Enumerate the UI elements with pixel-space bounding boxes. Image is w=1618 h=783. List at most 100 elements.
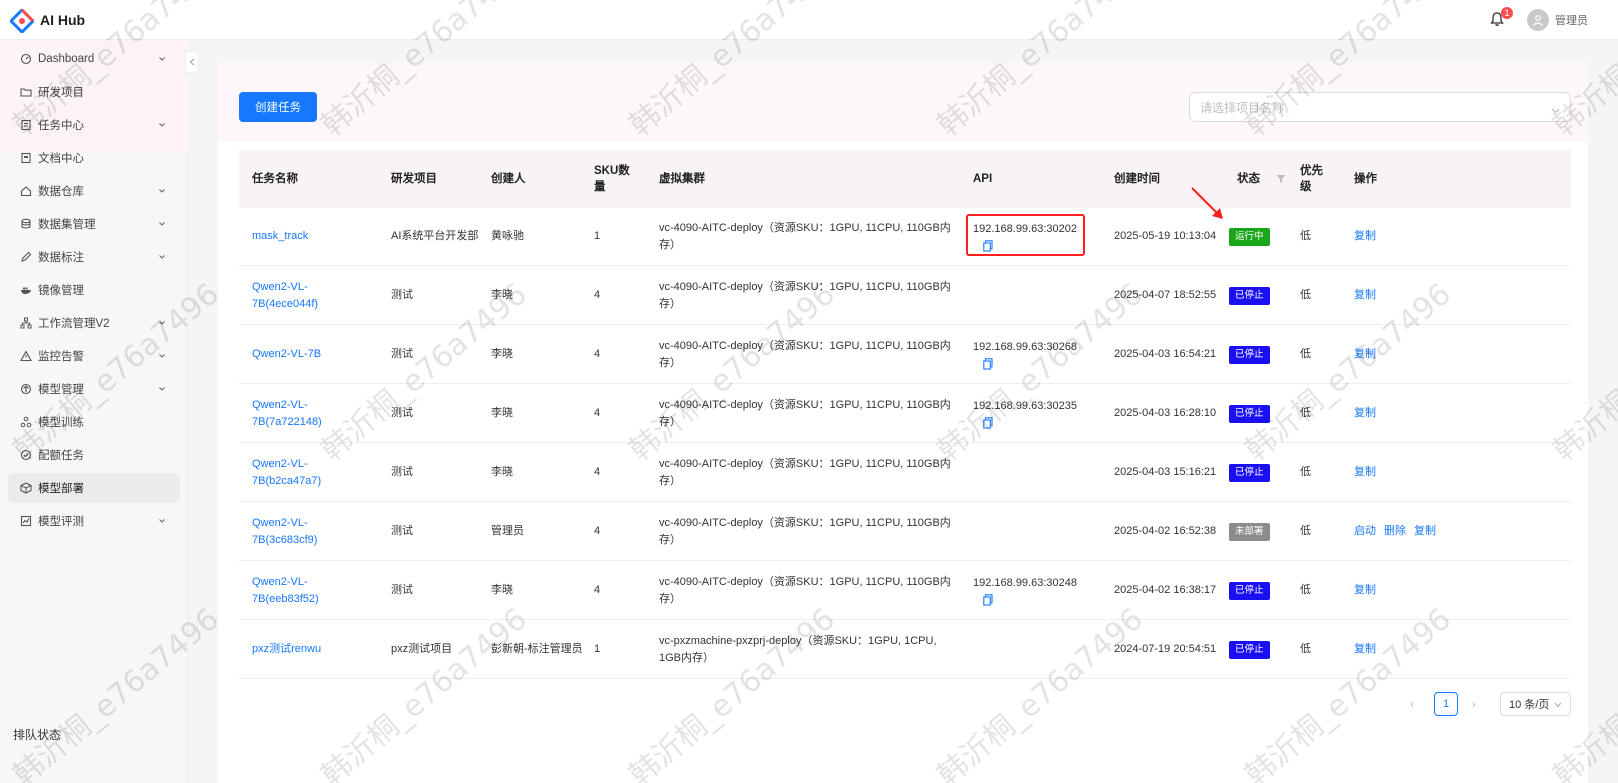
sidebar-item-2[interactable]: 任务中心 (8, 110, 180, 140)
cell-priority: 低 (1300, 620, 1340, 679)
sidebar-item-11[interactable]: 模型训练 (8, 407, 180, 437)
sidebar-item-label: 数据标注 (38, 252, 84, 264)
task-name-link[interactable]: pxz测试renwu (252, 641, 321, 658)
docker-icon (20, 284, 32, 296)
copy-icon[interactable] (983, 417, 993, 429)
sidebar-item-label: 模型训练 (38, 417, 84, 429)
created-text: 2025-04-07 18:52:55 (1114, 289, 1217, 301)
avatar (1527, 9, 1549, 31)
sidebar-item-4[interactable]: 数据仓库 (8, 176, 180, 206)
cell-ops: 复制 (1354, 266, 1554, 325)
chevron-down-icon (158, 120, 166, 128)
cell-api (973, 502, 1103, 561)
cell-priority: 低 (1300, 443, 1340, 502)
sidebar-collapse-button[interactable] (185, 51, 199, 73)
sidebar-item-0[interactable]: Dashboard (8, 44, 180, 74)
cell-status: 已停止 (1229, 561, 1289, 620)
priority-text: 低 (1300, 584, 1311, 596)
cell-name: Qwen2-VL-7B(3c683cf9) (252, 502, 372, 561)
sidebar-item-7[interactable]: 镜像管理 (8, 275, 180, 305)
action-link[interactable]: 复制 (1354, 641, 1376, 658)
cell-name: Qwen2-VL-7B(7a722148) (252, 384, 372, 443)
action-link[interactable]: 复制 (1354, 228, 1376, 245)
action-link[interactable]: 复制 (1354, 287, 1376, 304)
document-icon (20, 152, 32, 164)
api-address: 192.168.99.63:30235 (973, 400, 1077, 412)
sidebar-item-1[interactable]: 研发项目 (8, 77, 180, 107)
cell-created: 2025-04-07 18:52:55 (1114, 266, 1224, 325)
action-link[interactable]: 复制 (1414, 523, 1436, 540)
pagination-prev-icon[interactable]: ‹ (1410, 697, 1414, 711)
sku-text: 4 (594, 466, 601, 478)
task-name-link[interactable]: Qwen2-VL-7B(4ece044f) (252, 279, 372, 313)
cell-status: 运行中 (1229, 207, 1289, 266)
sidebar-item-5[interactable]: 数据集管理 (8, 209, 180, 239)
create-task-button[interactable]: 创建任务 (239, 92, 317, 122)
home-icon (20, 185, 32, 197)
project-text: 测试 (391, 348, 413, 360)
priority-text: 低 (1300, 466, 1311, 478)
notification-badge: 1 (1501, 7, 1513, 19)
action-link[interactable]: 删除 (1384, 523, 1406, 540)
page-size-select[interactable]: 10 条/页 (1500, 692, 1571, 716)
cell-name: mask_track (252, 207, 372, 266)
cell-priority: 低 (1300, 325, 1340, 384)
task-name-link[interactable]: Qwen2-VL-7B (252, 346, 321, 363)
project-text: AI系统平台开发部 (391, 230, 479, 242)
sidebar-item-10[interactable]: 模型管理 (8, 374, 180, 404)
sidebar-item-12[interactable]: 配额任务 (8, 440, 180, 470)
sidebar-item-3[interactable]: 文档中心 (8, 143, 180, 173)
task-name-link[interactable]: Qwen2-VL-7B(7a722148) (252, 397, 372, 431)
cell-name: pxz测试renwu (252, 620, 372, 679)
pagination-page-1[interactable]: 1 (1434, 692, 1458, 716)
action-link[interactable]: 复制 (1354, 405, 1376, 422)
task-name-link[interactable]: Qwen2-VL-7B(b2ca47a7) (252, 456, 372, 490)
project-select[interactable]: 请选择项目名称 (1189, 92, 1571, 122)
sidebar-item-8[interactable]: 工作流管理V2 (8, 308, 180, 338)
app-logo[interactable]: AI Hub (8, 7, 85, 34)
cell-name: Qwen2-VL-7B (252, 325, 372, 384)
sku-text: 4 (594, 289, 601, 301)
logo-icon (8, 7, 36, 34)
action-link[interactable]: 复制 (1354, 582, 1376, 599)
cell-cluster: vc-4090-AITC-deploy（资源SKU：1GPU, 11CPU, 1… (659, 561, 959, 620)
task-name-link[interactable]: Qwen2-VL-7B(3c683cf9) (252, 515, 372, 549)
cell-priority: 低 (1300, 207, 1340, 266)
sidebar-item-6[interactable]: 数据标注 (8, 242, 180, 272)
task-name-link[interactable]: Qwen2-VL-7B(eeb83f52) (252, 574, 372, 608)
chevron-down-icon (158, 252, 166, 260)
sku-text: 4 (594, 348, 601, 360)
action-link[interactable]: 复制 (1354, 346, 1376, 363)
copy-icon[interactable] (983, 358, 993, 370)
sidebar-item-label: 监控告警 (38, 351, 84, 363)
deploy-icon (20, 482, 32, 494)
cell-created: 2025-04-03 15:16:21 (1114, 443, 1224, 502)
cell-ops: 启动 删除 复制 (1354, 502, 1554, 561)
cell-name: Qwen2-VL-7B(eeb83f52) (252, 561, 372, 620)
sidebar-item-label: 研发项目 (38, 87, 84, 99)
task-name-link[interactable]: mask_track (252, 228, 308, 245)
project-text: 测试 (391, 525, 413, 537)
sku-text: 4 (594, 584, 601, 596)
cell-sku: 4 (594, 443, 634, 502)
pagination-next-icon[interactable]: › (1472, 697, 1476, 711)
notification-bell-icon[interactable]: 1 (1489, 7, 1513, 29)
action-link[interactable]: 复制 (1354, 464, 1376, 481)
cell-sku: 4 (594, 325, 634, 384)
creator-text: 李晓 (491, 584, 513, 596)
sidebar-item-label: 数据集管理 (38, 219, 96, 231)
sidebar-item-13[interactable]: 模型部署 (8, 473, 180, 503)
column-header-sku: SKU数量 (594, 165, 630, 193)
queue-status[interactable]: 排队状态 (13, 726, 61, 743)
filter-icon[interactable] (1276, 174, 1286, 184)
sidebar-item-14[interactable]: 模型评测 (8, 506, 180, 536)
project-text: 测试 (391, 407, 413, 419)
sku-text: 1 (594, 230, 601, 242)
created-text: 2025-04-03 15:16:21 (1114, 466, 1217, 478)
status-badge: 已停止 (1229, 286, 1270, 305)
sidebar-item-9[interactable]: 监控告警 (8, 341, 180, 371)
copy-icon[interactable] (983, 594, 993, 606)
user-menu[interactable]: 管理员 (1527, 9, 1588, 31)
action-link[interactable]: 启动 (1354, 523, 1376, 540)
project-text: 测试 (391, 584, 413, 596)
